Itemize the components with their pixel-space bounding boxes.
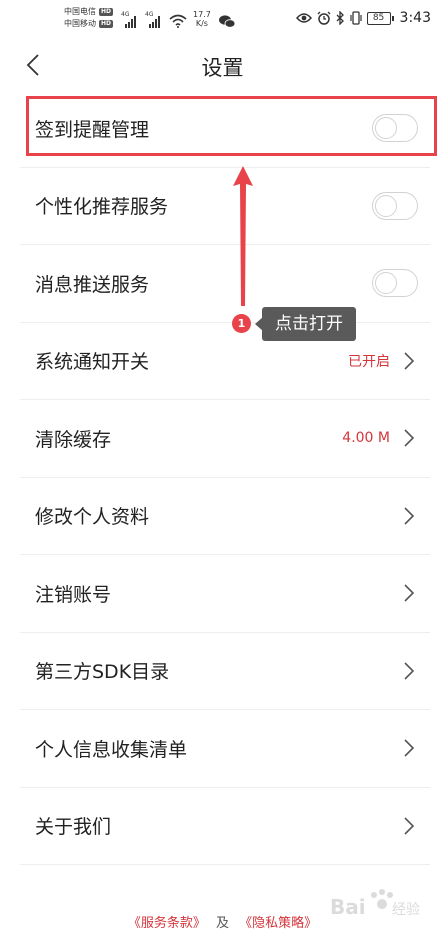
vibrate-icon (349, 11, 362, 25)
carrier-2: 中国移动 (64, 19, 96, 28)
carrier-1: 中国电信 (64, 7, 96, 16)
page-title: 设置 (201, 56, 244, 80)
signal-icon-1: 4G (121, 11, 137, 28)
highlight-box (26, 96, 437, 156)
setting-label: 关于我们 (35, 816, 112, 839)
setting-item-about-us[interactable]: 关于我们 (20, 788, 430, 865)
status-right-icons: 85 3:43 (295, 10, 431, 26)
setting-label: 个人信息收集清单 (35, 738, 188, 761)
setting-label: 第三方SDK目录 (35, 661, 170, 684)
chevron-right-icon (404, 584, 415, 602)
footer-separator: 及 (215, 916, 229, 931)
eye-icon (295, 13, 312, 23)
toggle-knob (375, 194, 397, 217)
push-notifications-toggle[interactable] (372, 269, 418, 298)
chevron-right-icon (404, 507, 415, 525)
setting-item-delete-account[interactable]: 注销账号 (20, 555, 430, 633)
signal-indicators: 4G 4G 17.7 K/s (121, 10, 235, 28)
carrier-info: 中国电信 HD 中国移动 HD (64, 6, 114, 30)
chevron-right-icon (404, 429, 415, 447)
bluetooth-icon (336, 11, 344, 25)
chevron-right-icon (404, 662, 415, 680)
setting-label: 系统通知开关 (35, 351, 150, 374)
step-badge: 1 (232, 314, 251, 333)
wifi-icon (169, 14, 187, 28)
chevron-right-icon (404, 352, 415, 370)
signal-icon-2: 4G (145, 11, 161, 28)
setting-item-clear-cache[interactable]: 清除缓存 4.00 M (20, 400, 430, 478)
alarm-icon (317, 11, 331, 25)
setting-item-third-party-sdk[interactable]: 第三方SDK目录 (20, 633, 430, 710)
settings-list: 签到提醒管理 个性化推荐服务 消息推送服务 系统通知开关 已开启 清除缓存 4.… (20, 90, 430, 865)
notification-status-value: 已开启 (348, 353, 390, 370)
hd-badge-1: HD (99, 8, 114, 16)
header: 设置 (0, 40, 445, 90)
status-time: 3:43 (399, 10, 431, 26)
cache-size-value: 4.00 M (342, 430, 390, 447)
personalized-recommendation-toggle[interactable] (372, 191, 418, 220)
privacy-policy-link[interactable]: 《隐私策略》 (239, 916, 317, 931)
toggle-knob (375, 272, 397, 295)
setting-item-system-notification[interactable]: 系统通知开关 已开启 (20, 323, 430, 400)
svg-text:Bai: Bai (330, 895, 366, 919)
setting-item-push-notifications[interactable]: 消息推送服务 (20, 245, 430, 323)
setting-item-edit-profile[interactable]: 修改个人资料 (20, 478, 430, 555)
setting-label: 修改个人资料 (35, 506, 150, 529)
status-bar: 中国电信 HD 中国移动 HD 4G 4G 17.7 K/s 85 3:43 (0, 0, 445, 38)
chevron-right-icon (404, 739, 415, 757)
setting-label: 注销账号 (35, 583, 112, 606)
setting-label: 个性化推荐服务 (35, 196, 169, 219)
arrow-up-icon (233, 166, 253, 306)
terms-of-service-link[interactable]: 《服务条款》 (128, 916, 206, 931)
chevron-right-icon (404, 817, 415, 835)
tooltip: 点击打开 (262, 307, 356, 341)
setting-label: 清除缓存 (35, 428, 112, 451)
network-speed: 17.7 K/s (193, 10, 211, 28)
svg-text:经验: 经验 (392, 902, 420, 918)
setting-item-personal-info-list[interactable]: 个人信息收集清单 (20, 710, 430, 788)
setting-label: 消息推送服务 (35, 273, 150, 296)
watermark-logo: Bai 经验 (330, 889, 420, 919)
wechat-icon (218, 15, 235, 28)
battery-indicator: 85 (366, 11, 394, 25)
setting-item-personalized-recommendation[interactable]: 个性化推荐服务 (20, 168, 430, 245)
hd-badge-2: HD (99, 20, 114, 28)
